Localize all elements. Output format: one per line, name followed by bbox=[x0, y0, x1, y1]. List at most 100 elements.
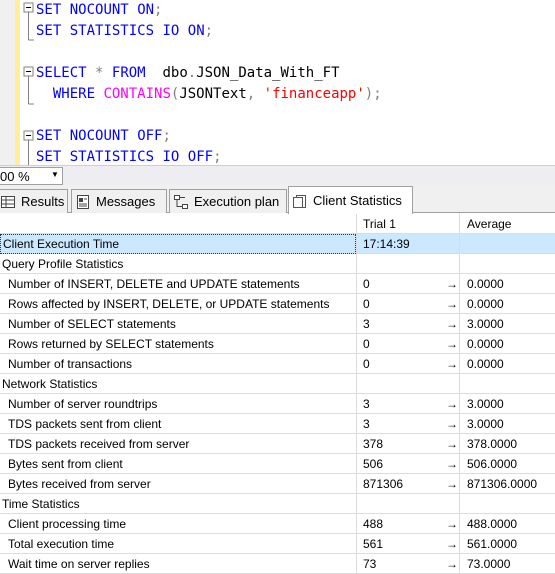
average-value: 871306.0000 bbox=[467, 477, 538, 491]
code-token: OFF bbox=[137, 128, 163, 144]
code-token: ; bbox=[204, 23, 214, 39]
change-tracking-bar bbox=[15, 0, 20, 165]
column-divider bbox=[356, 213, 357, 574]
stat-row[interactable]: Rows returned by SELECT statements 0 → 0.00… bbox=[0, 334, 555, 354]
stat-row[interactable]: TDS packets sent from client 3 → 3.0000 bbox=[0, 414, 555, 434]
average-value: 3.0000 bbox=[467, 417, 504, 431]
code-token: IO bbox=[162, 23, 180, 39]
average-value: 378.0000 bbox=[467, 437, 518, 451]
trial-value: 3 bbox=[363, 317, 370, 331]
code-line[interactable]: WHERE CONTAINS(JSONText, 'financeapp'); bbox=[36, 84, 382, 105]
code-token: ); bbox=[364, 86, 382, 102]
code-token: , bbox=[246, 86, 256, 102]
messages-icon bbox=[77, 194, 89, 209]
code-token: STATISTICS bbox=[69, 23, 155, 39]
editor-status-bar: 00 % ▼ bbox=[0, 165, 555, 185]
arrow-right-icon: → bbox=[446, 457, 458, 471]
stat-name: TDS packets received from server bbox=[8, 437, 190, 451]
arrow-right-icon: → bbox=[446, 297, 458, 311]
client-statistics-icon bbox=[293, 194, 306, 208]
stat-name: Client processing time bbox=[8, 517, 127, 531]
stat-name: Number of INSERT, DELETE and UPDATE stat… bbox=[8, 277, 300, 291]
stat-row[interactable]: TDS packets received from server 378 → 378.… bbox=[0, 434, 555, 454]
code-token: JSON_Data_With_FT bbox=[196, 65, 340, 81]
stat-row[interactable]: Wait time on server replies 73 → 73.0000 bbox=[0, 554, 555, 574]
trial-value: 506 bbox=[363, 457, 384, 471]
stat-row[interactable]: Client processing time 488 → 488.0000 bbox=[0, 514, 555, 534]
editor-margin bbox=[0, 0, 15, 165]
section-row[interactable]: Time Statistics bbox=[0, 494, 555, 514]
stat-name: Query Profile Statistics bbox=[2, 257, 124, 271]
column-header-trial[interactable]: Trial 1 bbox=[363, 213, 443, 234]
arrow-right-icon: → bbox=[446, 537, 458, 551]
stat-name: Number of server roundtrips bbox=[8, 397, 158, 411]
average-value bbox=[467, 234, 555, 254]
trial-value: 0 bbox=[363, 277, 370, 291]
average-value: 0.0000 bbox=[467, 337, 504, 351]
chevron-down-icon[interactable]: ▼ bbox=[51, 170, 59, 179]
trial-value: 871306 bbox=[363, 477, 404, 491]
stat-name: TDS packets sent from client bbox=[8, 417, 162, 431]
stat-row[interactable]: Number of INSERT, DELETE and UPDATE stat… bbox=[0, 274, 555, 294]
sql-editor[interactable]: SET NOCOUNT ON; SET STATISTICS IO ON; SELE… bbox=[0, 0, 555, 165]
stat-name: Network Statistics bbox=[2, 377, 98, 391]
stat-name: Client Execution Time bbox=[0, 234, 356, 254]
stat-row[interactable]: Rows affected by INSERT, DELETE, or UPDA… bbox=[0, 294, 555, 314]
stat-row[interactable]: Number of server roundtrips 3 → 3.0000 bbox=[0, 394, 555, 414]
code-line[interactable]: SET STATISTICS IO ON; bbox=[36, 21, 213, 42]
code-line[interactable]: SET NOCOUNT ON; bbox=[36, 0, 162, 21]
stat-row[interactable]: Bytes sent from client 506 → 506.0000 bbox=[0, 454, 555, 474]
grid-icon bbox=[1, 195, 15, 208]
column-header-average[interactable]: Average bbox=[467, 213, 555, 234]
tab-label: Results bbox=[21, 194, 65, 209]
stat-row[interactable]: Total execution time 561 → 561.0000 bbox=[0, 534, 555, 554]
average-value: 73.0000 bbox=[467, 557, 511, 571]
code-token: SELECT bbox=[36, 65, 87, 81]
tab-results[interactable]: Results bbox=[0, 189, 68, 213]
stat-row[interactable]: Number of SELECT statements 3 → 3.0000 bbox=[0, 314, 555, 334]
code-line[interactable]: SET NOCOUNT OFF; bbox=[36, 126, 171, 147]
code-token: NOCOUNT bbox=[69, 2, 129, 18]
average-value: 506.0000 bbox=[467, 457, 518, 471]
stat-name: Total execution time bbox=[8, 537, 115, 551]
code-token: ; bbox=[162, 128, 171, 144]
arrow-right-icon: → bbox=[446, 357, 458, 371]
stat-name: Number of transactions bbox=[8, 357, 133, 371]
average-value: 3.0000 bbox=[467, 317, 504, 331]
outlining-markers bbox=[23, 2, 34, 165]
code-token: 'financeapp' bbox=[263, 86, 365, 102]
code-token: SET bbox=[36, 149, 62, 165]
stat-row[interactable]: Bytes received from server 871306 → 871306.… bbox=[0, 474, 555, 494]
code-token: OFF bbox=[187, 149, 214, 165]
code-token: SET bbox=[36, 128, 62, 144]
tab-label: Messages bbox=[96, 194, 156, 209]
section-row[interactable]: Query Profile Statistics bbox=[0, 254, 555, 274]
code-line[interactable]: SET STATISTICS IO OFF; bbox=[36, 147, 222, 165]
trial-value: 0 bbox=[363, 337, 370, 351]
stat-row[interactable]: Client Execution Time 17:14:39 bbox=[0, 234, 555, 254]
trial-value: 488 bbox=[363, 517, 384, 531]
section-row[interactable]: Network Statistics bbox=[0, 374, 555, 394]
code-line[interactable]: SELECT * FROM dbo.JSON_Data_With_FT bbox=[36, 63, 340, 84]
tab-messages[interactable]: Messages bbox=[71, 189, 167, 213]
trial-value: 0 bbox=[363, 297, 370, 311]
code-token: dbo bbox=[145, 65, 188, 81]
arrow-right-icon: → bbox=[446, 477, 458, 491]
code-token: . bbox=[187, 65, 197, 81]
stat-row[interactable]: Number of transactions 0 → 0.0000 bbox=[0, 354, 555, 374]
zoom-dropdown[interactable]: 00 % ▼ bbox=[0, 167, 63, 185]
code-token: CONTAINS bbox=[103, 86, 171, 102]
tab-execution-plan[interactable]: Execution plan bbox=[169, 189, 287, 213]
average-value: 0.0000 bbox=[467, 297, 504, 311]
stat-name: Time Statistics bbox=[2, 497, 80, 511]
tab-client-statistics[interactable]: Client Statistics bbox=[288, 186, 413, 214]
code-token: ; bbox=[154, 2, 163, 18]
trial-value: 17:14:39 bbox=[363, 237, 410, 251]
tab-label: Execution plan bbox=[194, 194, 280, 209]
client-statistics-grid[interactable]: Trial 1 Average Client Execution Time 17:… bbox=[0, 213, 555, 574]
